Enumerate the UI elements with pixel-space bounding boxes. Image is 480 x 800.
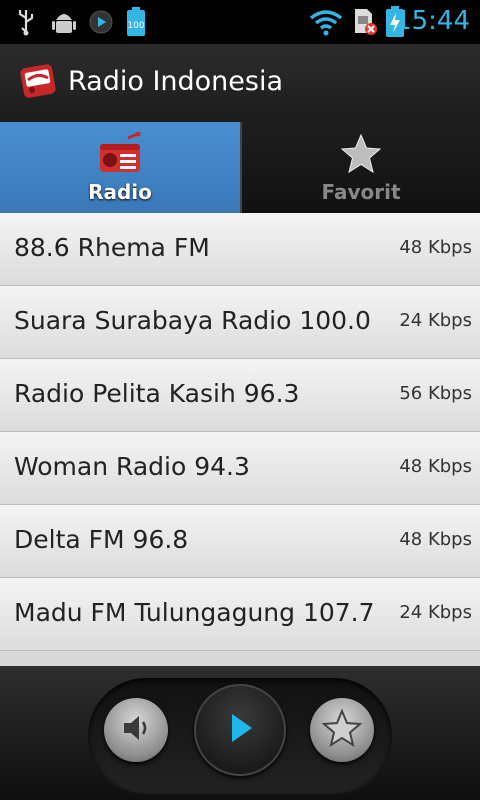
favorite-star-icon (321, 708, 363, 752)
play-button[interactable] (194, 684, 286, 776)
action-bar: Radio Indonesia (0, 44, 480, 122)
station-name: Suara Surabaya Radio 100.0 (14, 306, 371, 335)
star-icon (339, 132, 383, 176)
station-bitrate: 24 Kbps (399, 310, 472, 331)
list-item[interactable]: Woman Radio 94.3 48 Kbps (0, 432, 480, 505)
tab-bar: Radio Favorit (0, 122, 480, 213)
android-debug-icon (50, 8, 78, 36)
list-item[interactable]: Madu FM Tulungagung 107.7 24 Kbps (0, 578, 480, 651)
station-name: 88.6 Rhema FM (14, 233, 210, 262)
list-item[interactable]: 88.6 Rhema FM 48 Kbps (0, 213, 480, 286)
station-bitrate: 24 Kbps (399, 602, 472, 623)
battery-100-icon: 100 (124, 7, 148, 36)
station-bitrate: 48 Kbps (399, 456, 472, 477)
station-bitrate: 56 Kbps (399, 383, 472, 404)
wifi-icon (308, 8, 344, 36)
radio-icon (98, 131, 142, 176)
station-list: 88.6 Rhema FM 48 Kbps Suara Surabaya Rad… (0, 213, 480, 666)
play-icon (220, 708, 260, 752)
volume-icon (118, 710, 154, 750)
station-name: Radio Pelita Kasih 96.3 (14, 379, 300, 408)
tab-radio[interactable]: Radio (0, 122, 240, 213)
media-play-icon (88, 8, 114, 36)
status-time: 15:44 (395, 6, 470, 36)
radio-app-icon (20, 62, 56, 102)
status-bar: 100 15:44 (0, 0, 480, 44)
tab-radio-label: Radio (88, 180, 152, 204)
battery-badge-text: 100 (127, 21, 144, 31)
list-item[interactable]: Radio Pelita Kasih 96.3 56 Kbps (0, 359, 480, 432)
station-name: Delta FM 96.8 (14, 525, 189, 554)
usb-icon (14, 8, 38, 36)
list-item[interactable]: Delta FM 96.8 48 Kbps (0, 505, 480, 578)
app-title: Radio Indonesia (68, 66, 284, 97)
station-name: Madu FM Tulungagung 107.7 (14, 598, 375, 627)
station-name: Woman Radio 94.3 (14, 452, 250, 481)
sim-error-icon (352, 8, 378, 36)
station-bitrate: 48 Kbps (399, 529, 472, 550)
tab-favorit[interactable]: Favorit (240, 122, 480, 213)
tab-favorit-label: Favorit (321, 180, 401, 204)
station-bitrate: 48 Kbps (399, 237, 472, 258)
volume-button[interactable] (104, 698, 168, 762)
favorite-button[interactable] (310, 698, 374, 762)
list-item[interactable]: Suara Surabaya Radio 100.0 24 Kbps (0, 286, 480, 359)
